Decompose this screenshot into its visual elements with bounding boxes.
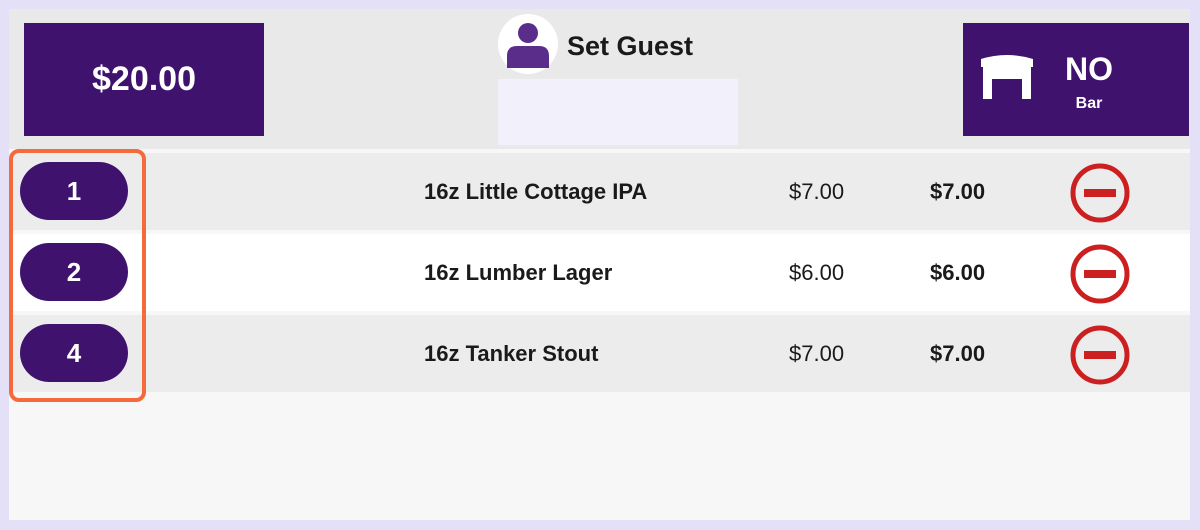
person-icon (507, 23, 549, 68)
remove-item-icon[interactable] (1070, 325, 1130, 385)
guest-input[interactable] (498, 79, 738, 145)
item-name: 16z Tanker Stout (424, 341, 599, 366)
quantity-button[interactable]: 2 (20, 243, 128, 301)
order-header: $20.00 Set Guest NO Bar (9, 9, 1190, 149)
order-item-row: 1 16z Little Cottage IPA $7.00 $7.00 (9, 153, 1190, 230)
item-unit-price: $6.00 (789, 260, 845, 285)
order-item-row: 2 16z Lumber Lager $6.00 $6.00 (9, 234, 1190, 311)
item-unit-price: $7.00 (789, 179, 845, 204)
table-select-button[interactable]: NO Bar (963, 23, 1189, 136)
order-panel: $20.00 Set Guest NO Bar 1 16z Little Cot… (9, 9, 1190, 520)
quantity-value: 2 (66, 256, 82, 287)
guest-avatar[interactable] (498, 14, 558, 74)
quantity-button[interactable]: 1 (20, 162, 128, 220)
set-guest-label[interactable]: Set Guest (567, 31, 693, 62)
item-name: 16z Little Cottage IPA (424, 179, 648, 204)
table-status: NO (1065, 51, 1113, 87)
quantity-value: 4 (66, 337, 82, 368)
order-total-label: $20.00 (92, 60, 196, 98)
remove-item-icon[interactable] (1070, 163, 1130, 223)
item-name: 16z Lumber Lager (424, 260, 613, 285)
order-items-list: 1 16z Little Cottage IPA $7.00 $7.00 2 1… (9, 153, 1190, 396)
item-line-total: $6.00 (930, 260, 986, 285)
table-name: Bar (1075, 95, 1103, 112)
quantity-button[interactable]: 4 (20, 324, 128, 382)
item-line-total: $7.00 (930, 179, 986, 204)
table-icon (981, 55, 1033, 99)
quantity-value: 1 (66, 175, 82, 206)
order-total-button[interactable]: $20.00 (24, 23, 264, 136)
item-unit-price: $7.00 (789, 341, 845, 366)
item-line-total: $7.00 (930, 341, 986, 366)
order-item-row: 4 16z Tanker Stout $7.00 $7.00 (9, 315, 1190, 392)
remove-item-icon[interactable] (1070, 244, 1130, 304)
